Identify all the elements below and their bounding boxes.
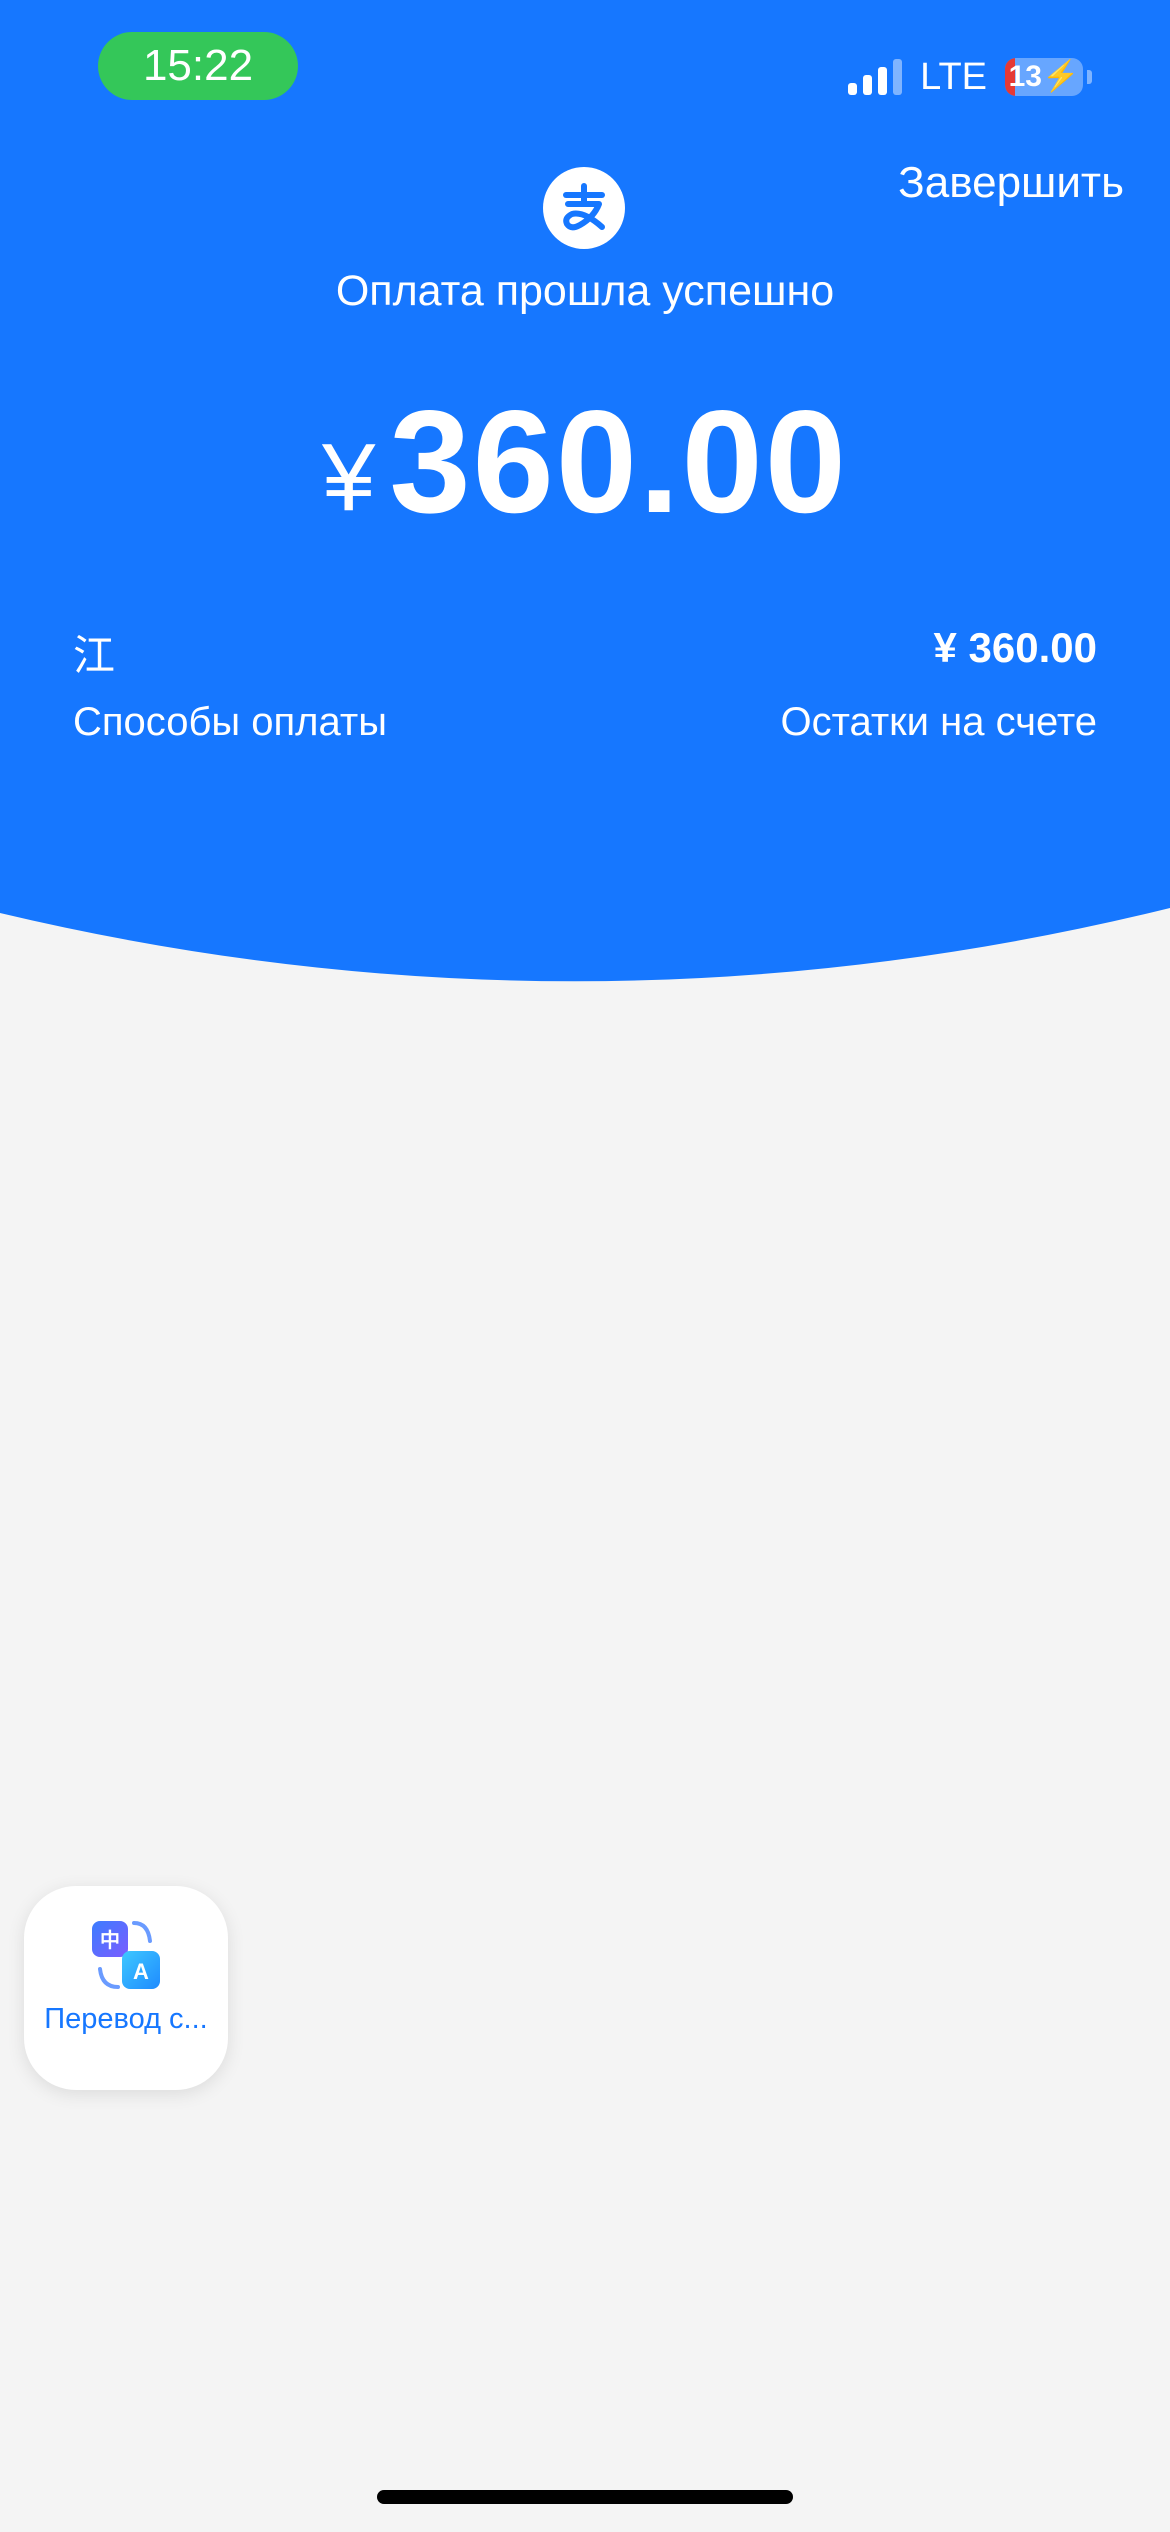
battery-icon: 13⚡ [1005, 58, 1083, 96]
payment-methods-label: Способы оплаты [73, 700, 387, 744]
cellular-signal-icon [848, 59, 903, 95]
translate-floating-widget[interactable]: 中 A Перевод с... [24, 1886, 228, 2090]
status-time: 15:22 [98, 32, 298, 100]
charging-bolt-icon: ⚡ [1042, 60, 1080, 93]
svg-text:中: 中 [100, 1928, 120, 1952]
svg-text:A: A [133, 1959, 149, 1984]
battery-level: 13 [1008, 60, 1042, 93]
battery-nub [1087, 70, 1092, 84]
currency-symbol: ¥ [322, 424, 376, 531]
home-indicator[interactable] [377, 2490, 793, 2504]
translate-widget-label: Перевод с... [44, 2003, 208, 2035]
payment-amount: ¥360.00 [0, 378, 1170, 546]
finish-button[interactable]: Завершить [898, 158, 1124, 208]
translate-icon: 中 A [92, 1921, 160, 1989]
network-type: LTE [920, 55, 987, 98]
balance-label: Остатки на счете [780, 700, 1097, 744]
amount-value: 360.00 [389, 380, 848, 543]
payment-status-title: Оплата прошла успешно [335, 267, 835, 315]
payer-name: 江 [73, 631, 116, 680]
status-indicators: LTE 13⚡ [848, 52, 1092, 102]
payment-success-screen: 15:22 LTE 13⚡ Завершить Оплата прошла ус… [0, 0, 1170, 2532]
paid-amount: ¥ 360.00 [933, 624, 1098, 671]
alipay-logo-icon [543, 167, 625, 249]
